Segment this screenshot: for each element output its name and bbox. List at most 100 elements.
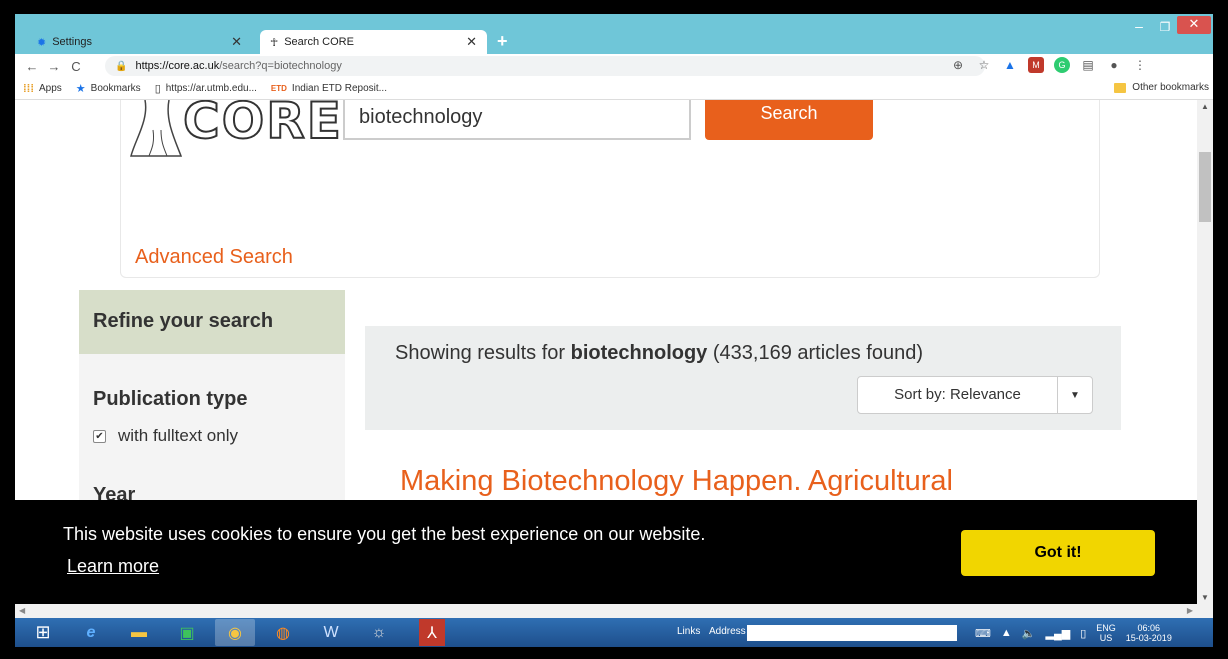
graduation-cap-icon[interactable]: ▲ xyxy=(1002,57,1018,73)
vertical-scrollbar[interactable]: ▲ ▼ xyxy=(1197,100,1213,604)
tab-strip: ✹ Settings ✕ ☥ Search CORE ✕ + – ❐ ✕ xyxy=(15,14,1213,54)
clock-time: 06:06 xyxy=(1137,623,1161,633)
got-it-button[interactable]: Got it! xyxy=(961,530,1155,576)
tray-expand-icon[interactable]: ▲ xyxy=(1001,627,1012,639)
lock-icon: 🔒 xyxy=(115,60,128,72)
results-summary: Showing results for biotechnology (433,1… xyxy=(365,326,1121,430)
maximize-button[interactable]: ❐ xyxy=(1153,20,1177,40)
toolbar-icons: ⊕ ☆ ▲ M G ▤ ● ⋮ xyxy=(950,57,1148,73)
scroll-thumb[interactable] xyxy=(1199,152,1211,222)
zoom-icon[interactable]: ⊕ xyxy=(950,57,966,73)
cookie-message: This website uses cookies to ensure you … xyxy=(63,524,706,544)
horizontal-scrollbar[interactable]: ◀ ▶ xyxy=(15,604,1213,618)
core-favicon: ☥ xyxy=(270,36,279,49)
back-icon[interactable]: ← xyxy=(21,59,43,74)
advanced-search-link[interactable]: Advanced Search xyxy=(135,246,293,269)
clock-date: 15-03-2019 xyxy=(1125,633,1172,643)
bookmark-label: https://ar.utmb.edu... xyxy=(165,83,257,94)
account-icon[interactable]: ● xyxy=(1106,57,1122,73)
bookmark-etd[interactable]: ETD Indian ETD Reposit... xyxy=(271,83,387,94)
address-label: Address xyxy=(709,626,746,637)
url-path: /search?q=biotechnology xyxy=(219,60,342,72)
close-icon[interactable]: ✕ xyxy=(466,34,477,50)
battery-icon[interactable]: ▯ xyxy=(1080,627,1086,640)
star-icon: ★ xyxy=(75,83,86,95)
sort-dropdown[interactable]: Sort by: Relevance ▼ xyxy=(857,376,1093,414)
keyboard-icon[interactable]: ⌨ xyxy=(975,627,991,640)
browser-toolbar: ← → C 🔒 https://core.ac.uk /search?q=bio… xyxy=(15,54,1213,78)
file-explorer-icon[interactable]: ▬ xyxy=(119,619,159,646)
results-prefix: Showing results for xyxy=(395,342,571,364)
links-label[interactable]: Links xyxy=(677,626,700,637)
other-bookmarks[interactable]: Other bookmarks xyxy=(1114,82,1209,93)
system-tray: ⌨ ▲ 🔈 ▂▄▆ ▯ ENG US 06:06 15-03-2019 xyxy=(975,623,1172,643)
learn-more-link[interactable]: Learn more xyxy=(67,556,159,577)
minimize-button[interactable]: – xyxy=(1127,18,1151,38)
taskbar-address-field[interactable]: ⌄ ↻ xyxy=(747,625,957,641)
caret-down-icon[interactable]: ▼ xyxy=(1058,390,1092,401)
tab-search-core[interactable]: ☥ Search CORE ✕ xyxy=(260,30,487,54)
scroll-up-icon[interactable]: ▲ xyxy=(1197,102,1213,111)
page-icon: ▯ xyxy=(154,83,161,95)
results-query: biotechnology xyxy=(570,342,708,364)
extension-doc-icon[interactable]: ▤ xyxy=(1080,57,1096,73)
cookie-banner: This website uses cookies to ensure you … xyxy=(15,500,1197,604)
internet-explorer-icon[interactable]: e xyxy=(71,619,111,646)
search-input[interactable]: biotechnology xyxy=(343,100,691,140)
other-bookmarks-label: Other bookmarks xyxy=(1132,82,1209,93)
bookmark-label: Indian ETD Reposit... xyxy=(291,83,387,94)
close-icon[interactable]: ✕ xyxy=(231,34,242,50)
language-code: ENG xyxy=(1096,623,1116,633)
scroll-left-icon[interactable]: ◀ xyxy=(19,606,25,615)
volume-icon[interactable]: 🔈 xyxy=(1022,627,1036,640)
bookmark-bookmarks[interactable]: ★ Bookmarks xyxy=(76,82,141,95)
core-logo[interactable]: CORE xyxy=(115,100,342,160)
new-tab-button[interactable]: + xyxy=(497,31,508,52)
language-indicator[interactable]: ENG US xyxy=(1096,623,1116,643)
bookmark-label: Apps xyxy=(39,83,62,94)
core-logo-text: CORE xyxy=(182,100,343,151)
region-code: US xyxy=(1099,633,1113,643)
scroll-right-icon[interactable]: ▶ xyxy=(1187,606,1193,615)
menu-icon[interactable]: ⋮ xyxy=(1132,57,1148,73)
tab-title: Search CORE xyxy=(284,36,354,48)
url-host: https://core.ac.uk xyxy=(135,60,220,72)
page-viewport: CORE biotechnology Search Advanced Searc… xyxy=(15,100,1213,604)
search-button[interactable]: Search xyxy=(705,100,873,140)
acrobat-icon[interactable]: ⅄ xyxy=(419,619,445,646)
browser-window: ✹ Settings ✕ ☥ Search CORE ✕ + – ❐ ✕ ← →… xyxy=(15,14,1213,647)
tab-settings[interactable]: ✹ Settings ✕ xyxy=(27,30,252,54)
chrome-icon[interactable]: ◉ xyxy=(215,619,255,646)
network-tool-icon[interactable]: ☼ xyxy=(359,619,399,646)
windows-taskbar: ⊞ e ▬ ▣ ◉ ◍ W ☼ ⅄ Links Address ⌄ ↻ ⌨ ▲ … xyxy=(15,618,1213,647)
clock[interactable]: 06:06 15-03-2019 xyxy=(1126,623,1172,643)
scroll-down-icon[interactable]: ▼ xyxy=(1197,593,1213,602)
fulltext-checkbox[interactable]: ✔ xyxy=(93,429,106,443)
bookmark-apps[interactable]: ⁞⁞⁞ Apps xyxy=(23,83,62,95)
sort-label: Sort by: Relevance xyxy=(858,377,1058,413)
fulltext-label: with fulltext only xyxy=(118,426,238,445)
bookmark-label: Bookmarks xyxy=(90,83,141,94)
grammarly-icon[interactable]: G xyxy=(1054,57,1070,73)
folder-icon xyxy=(1114,82,1127,93)
bookmark-utmb[interactable]: ▯ https://ar.utmb.edu... xyxy=(155,82,257,95)
windows-start-icon[interactable]: ⊞ xyxy=(23,619,63,646)
fulltext-filter[interactable]: ✔ with fulltext only xyxy=(93,426,238,446)
address-bar[interactable]: 🔒 https://core.ac.uk /search?q=biotechno… xyxy=(105,56,985,76)
results-count: (433,169 articles found) xyxy=(712,342,924,364)
firefox-icon[interactable]: ◍ xyxy=(263,619,303,646)
publication-type-heading: Publication type xyxy=(93,388,248,410)
extension-red-icon[interactable]: M xyxy=(1028,57,1044,73)
word-icon[interactable]: W xyxy=(311,619,351,646)
apps-grid-icon: ⁞⁞⁞ xyxy=(23,82,34,95)
signal-icon[interactable]: ▂▄▆ xyxy=(1045,627,1070,640)
close-window-button[interactable]: ✕ xyxy=(1177,16,1211,34)
store-icon[interactable]: ▣ xyxy=(167,619,207,646)
results-count-text: Showing results for biotechnology (433,1… xyxy=(395,342,923,365)
bookmarks-bar: ⁞⁞⁞ Apps ★ Bookmarks ▯ https://ar.utmb.e… xyxy=(15,78,1213,100)
star-icon[interactable]: ☆ xyxy=(976,57,992,73)
forward-icon[interactable]: → xyxy=(43,59,65,74)
tab-title: Settings xyxy=(52,36,92,48)
reload-icon[interactable]: C xyxy=(65,59,87,74)
refine-title: Refine your search xyxy=(79,290,345,354)
